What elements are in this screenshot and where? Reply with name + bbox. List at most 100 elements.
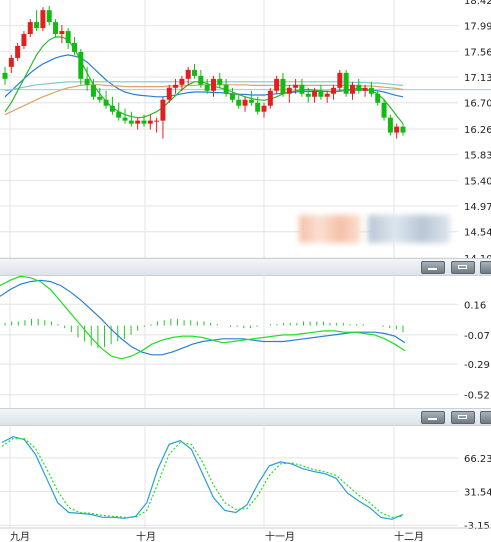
candle-body — [375, 93, 381, 103]
candle-body — [141, 120, 147, 124]
candle-body — [65, 31, 71, 43]
y-tick-label: 15.83 — [464, 151, 491, 162]
candle-body — [90, 84, 96, 97]
candle-body — [236, 99, 242, 106]
candle-body — [381, 102, 387, 118]
candle-body — [305, 93, 311, 97]
candle-body — [78, 51, 84, 79]
x-tick-label: 十月 — [136, 530, 156, 542]
candle-body — [343, 72, 349, 94]
y-tick-label: 0.16 — [464, 300, 486, 311]
candle-body — [223, 84, 229, 94]
candle-body — [368, 87, 374, 94]
candle-body — [248, 99, 254, 103]
x-tick-label: 十一月 — [265, 530, 295, 542]
candle-body — [242, 99, 248, 106]
candle-body — [147, 120, 153, 124]
candle-body — [210, 78, 216, 91]
candle-body — [46, 10, 52, 23]
candle-body — [312, 90, 318, 97]
candle-body — [154, 120, 160, 122]
y-tick-label: 16.26 — [464, 125, 491, 136]
candle-body — [21, 34, 27, 46]
restore-button[interactable] — [480, 261, 491, 274]
candle-body — [229, 93, 235, 100]
y-tick-label: 17.99 — [464, 22, 491, 33]
candle-body — [324, 93, 330, 97]
y-tick-label: 17.13 — [464, 73, 491, 84]
candle-body — [274, 78, 280, 91]
candle-body — [135, 120, 141, 124]
candle-body — [293, 84, 299, 88]
candle-body — [15, 45, 21, 58]
candle-body — [299, 84, 305, 94]
panel-toolbar — [0, 408, 491, 426]
x-tick-label: 九月 — [10, 531, 30, 542]
y-tick-label: -0.29 — [464, 360, 490, 371]
x-tick-label: 十二月 — [394, 530, 424, 542]
candle-body — [71, 43, 77, 52]
candle-body — [331, 87, 337, 94]
candle-body — [173, 84, 179, 88]
candle-body — [185, 69, 191, 79]
candle-body — [255, 102, 261, 112]
macd-panel: 0.16 -0.07 -0.29 -0.52 — [0, 275, 491, 408]
candle-body — [261, 105, 267, 112]
kdj-chart: 66.23 31.54 -3.15 九月 十月 十一月 十二月 — [0, 425, 491, 542]
candle-body — [109, 105, 115, 112]
candle-body — [286, 87, 292, 94]
maximize-button[interactable] — [451, 261, 475, 274]
macd-line — [0, 279, 406, 356]
macd-line — [0, 275, 406, 360]
minimize-button[interactable] — [421, 411, 445, 424]
y-tick-label: 15.40 — [464, 176, 491, 187]
candle-body — [318, 90, 324, 97]
candle-body — [97, 96, 103, 100]
candle-body — [34, 22, 40, 29]
maximize-button[interactable] — [451, 411, 475, 424]
y-tick-label: -0.07 — [464, 331, 490, 342]
y-tick-label: 16.70 — [464, 99, 491, 110]
kdj-line — [1, 436, 404, 520]
y-tick-label: 14.54 — [464, 228, 491, 239]
y-tick-label: 14.97 — [464, 202, 491, 213]
y-tick-label: -3.15 — [464, 521, 490, 532]
candle-body — [84, 78, 90, 85]
macd-chart: 0.16 -0.07 -0.29 -0.52 — [0, 275, 490, 408]
candle-body — [2, 72, 8, 79]
y-tick-label: 18.42 — [464, 0, 491, 7]
candle-body — [27, 22, 33, 35]
candle-body — [128, 120, 134, 124]
candle-body — [198, 75, 204, 85]
candle-body — [217, 78, 223, 85]
panel-toolbar — [0, 258, 491, 276]
candle-body — [103, 99, 109, 106]
candle-body — [362, 87, 368, 91]
candle-body — [267, 90, 273, 106]
candle-body — [400, 126, 406, 133]
candle-body — [337, 72, 343, 88]
candle-body — [349, 84, 355, 94]
candle-body — [166, 87, 172, 100]
y-tick-label: 66.23 — [464, 454, 491, 465]
candle-body — [59, 31, 65, 35]
watermark-logo — [368, 215, 450, 243]
candle-body — [356, 84, 362, 91]
restore-button[interactable] — [480, 411, 491, 424]
kdj-line — [1, 438, 404, 518]
candle-body — [53, 22, 59, 35]
candle-body — [204, 84, 210, 91]
candle-body — [40, 10, 46, 29]
y-tick-label: -0.52 — [464, 391, 490, 402]
watermark-logo — [299, 215, 361, 243]
y-tick-label: 17.56 — [464, 47, 491, 58]
candle-body — [8, 57, 14, 67]
candle-body — [192, 69, 198, 76]
candle-body — [387, 117, 393, 133]
candle-body — [394, 126, 400, 133]
candle-body — [116, 111, 122, 118]
minimize-button[interactable] — [421, 261, 445, 274]
y-tick-label: 31.54 — [464, 488, 491, 499]
kdj-panel: 66.23 31.54 -3.15 九月 十月 十一月 十二月 — [0, 425, 491, 542]
candle-body — [280, 78, 286, 94]
